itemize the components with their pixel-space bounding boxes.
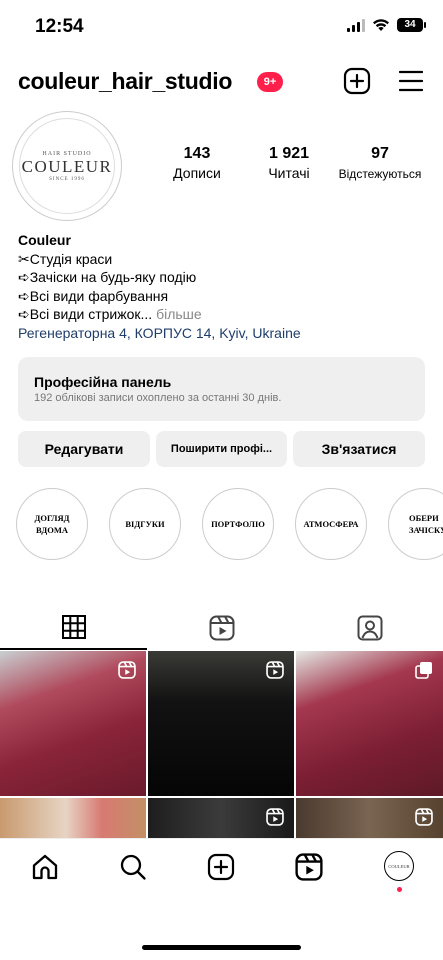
stat-followers[interactable]: 1 921 Читачі — [254, 145, 324, 181]
stat-followers-label: Читачі — [268, 165, 310, 181]
highlight-label-line: ЗАЧІСКУ — [409, 525, 443, 535]
signal-icon — [347, 18, 365, 32]
reels-icon — [118, 661, 136, 679]
home-icon[interactable] — [31, 853, 59, 881]
grid-icon — [61, 614, 86, 639]
highlight-label-line: ВІДГУКИ — [125, 519, 165, 529]
username[interactable]: couleur_hair_studio — [18, 68, 232, 95]
reels-icon — [209, 615, 234, 640]
profile-tabs — [0, 605, 443, 650]
reels-icon — [266, 808, 284, 826]
status-bar: 12:54 34 — [0, 0, 443, 56]
share-profile-button[interactable]: Поширити профі... — [156, 431, 287, 467]
post-thumbnail[interactable] — [296, 798, 443, 838]
tab-tagged[interactable] — [296, 605, 443, 650]
bottom-nav: COULEUR — [0, 838, 443, 911]
highlight-reviews[interactable]: ВІДГУКИ — [109, 488, 181, 560]
reels-icon — [266, 661, 284, 679]
profile-bio: Couleur ✂Студія краси ➪Зачіски на будь-я… — [18, 231, 301, 342]
stat-posts[interactable]: 143 Дописи — [162, 145, 232, 181]
create-icon[interactable] — [207, 853, 235, 881]
post-thumbnail[interactable] — [0, 651, 146, 796]
bio-line-last: ➪Всі види стрижок... більше — [18, 305, 301, 324]
battery-icon: 34 — [397, 18, 426, 32]
bio-line: ➪Всі види фарбування — [18, 287, 169, 304]
highlight-label-line: ВДОМА — [36, 525, 68, 535]
highlight-care[interactable]: ДОГЛЯД ВДОМА — [16, 488, 88, 560]
highlight-label-line: ПОРТФОЛІО — [211, 519, 265, 529]
highlight-portfolio[interactable]: ПОРТФОЛІО — [202, 488, 274, 560]
menu-icon[interactable] — [399, 70, 423, 92]
reels-icon[interactable] — [295, 853, 323, 881]
panel-title: Професійна панель — [34, 374, 172, 390]
highlight-label-line: ОБЕРИ — [409, 513, 439, 523]
carousel-icon — [415, 662, 432, 679]
profile-avatar[interactable]: HAIR STUDIO COULEUR SINCE 1996 — [12, 111, 122, 221]
new-post-icon[interactable] — [343, 67, 371, 95]
more-link[interactable]: більше — [156, 306, 202, 322]
professional-dashboard[interactable]: Професійна панель 192 облікові записи ох… — [18, 357, 425, 421]
logo-main-text: COULEUR — [21, 156, 113, 176]
bio-line: ➪Всі види стрижок... — [18, 306, 153, 322]
highlight-choose-hairstyle[interactable]: ОБЕРИ ЗАЧІСКУ — [388, 488, 443, 560]
post-thumbnail[interactable] — [296, 651, 443, 796]
logo-bottom-text: SINCE 1996 — [49, 176, 85, 182]
highlight-label-line: АТМОСФЕРА — [303, 519, 359, 529]
stat-following-value: 97 — [371, 145, 389, 162]
stat-posts-value: 143 — [183, 145, 211, 162]
tagged-icon — [357, 615, 382, 640]
tab-reels[interactable] — [148, 605, 295, 650]
status-icons: 34 — [347, 18, 426, 32]
highlight-label: ВІДГУКИ — [125, 518, 164, 530]
status-time: 12:54 — [35, 16, 84, 37]
profile-avatar[interactable]: COULEUR — [384, 851, 414, 881]
notification-badge[interactable]: 9+ — [257, 72, 283, 92]
post-thumbnail[interactable] — [148, 651, 294, 796]
bio-line: ➪Зачіски на будь-яку подію — [18, 269, 197, 285]
highlight-label: ДОГЛЯД ВДОМА — [35, 512, 70, 536]
highlight-atmosphere[interactable]: АТМОСФЕРА — [295, 488, 367, 560]
stat-followers-value: 1 921 — [268, 145, 310, 162]
notification-dot — [397, 887, 402, 892]
location-link[interactable]: Регенераторна 4, КОРПУС 14, Kyiv, Ukrain… — [18, 324, 301, 343]
search-icon[interactable] — [119, 853, 147, 881]
stat-following[interactable]: 97 Відстежуються — [334, 145, 426, 181]
highlight-label: АТМОСФЕРА — [303, 518, 358, 530]
wifi-icon — [373, 19, 389, 31]
panel-subtitle: 192 облікові записи охоплено за останні … — [34, 392, 282, 404]
highlight-label: ОБЕРИ ЗАЧІСКУ — [409, 512, 443, 536]
stat-posts-label: Дописи — [173, 165, 221, 181]
tab-grid[interactable] — [0, 605, 147, 650]
studio-logo: HAIR STUDIO COULEUR SINCE 1996 — [19, 118, 115, 214]
home-indicator[interactable] — [142, 945, 301, 950]
highlight-label: ПОРТФОЛІО — [211, 518, 265, 530]
profile-header: couleur_hair_studio 9+ — [0, 64, 443, 104]
display-name: Couleur — [18, 232, 71, 248]
reels-icon — [415, 808, 433, 826]
post-thumbnail[interactable] — [148, 798, 294, 838]
post-thumbnail[interactable] — [0, 798, 146, 838]
contact-button[interactable]: Зв'язатися — [293, 431, 425, 467]
highlight-label-line: ДОГЛЯД — [34, 513, 70, 523]
bio-line: ✂Студія краси — [18, 250, 113, 267]
edit-profile-button[interactable]: Редагувати — [18, 431, 150, 467]
stat-following-label: Відстежуються — [338, 167, 422, 181]
